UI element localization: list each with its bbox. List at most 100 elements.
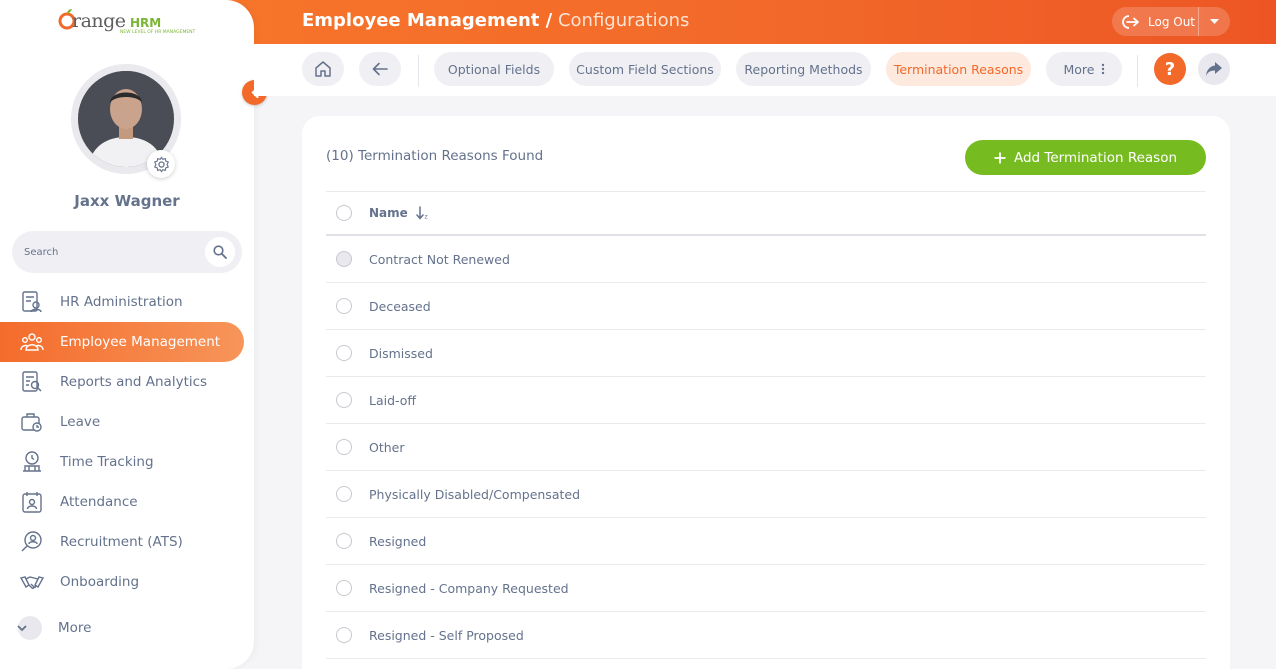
tab-divider	[418, 55, 419, 87]
row-name: Other	[369, 439, 405, 455]
user-name: Jaxx Wagner	[74, 192, 180, 210]
search-input[interactable]	[24, 244, 194, 260]
sidebar-item-label: More	[58, 620, 92, 636]
row-checkbox[interactable]	[336, 627, 352, 643]
search-icon	[213, 245, 227, 259]
sidebar-item-reports-analytics[interactable]: Reports and Analytics	[0, 362, 244, 402]
tab-label: Optional Fields	[447, 61, 541, 77]
row-name: Physically Disabled/Compensated	[369, 486, 581, 502]
table-row[interactable]: Contract Not Renewed	[326, 236, 1206, 283]
logout-group: Log Out	[1112, 7, 1230, 36]
caret-down-icon	[1209, 18, 1219, 24]
sidebar-item-label: HR Administration	[60, 294, 183, 310]
logo-brand: HRM	[130, 16, 162, 30]
records-found-text: (10) Termination Reasons Found	[326, 148, 544, 164]
time-tracking-icon	[23, 451, 41, 472]
sidebar-item-label: Recruitment (ATS)	[60, 534, 183, 550]
table-row[interactable]: Physically Disabled/Compensated	[326, 471, 1206, 518]
table-header: Name z	[326, 192, 1206, 236]
page-title: Employee Management / Configurations	[302, 10, 689, 31]
row-name: Resigned - Company Requested	[369, 580, 569, 596]
add-termination-reason-button[interactable]: Add Termination Reason	[965, 140, 1206, 175]
sidebar-item-label: Attendance	[60, 494, 138, 510]
sidebar-item-label: Onboarding	[60, 574, 140, 590]
tab-reporting-methods[interactable]: Reporting Methods	[736, 52, 871, 86]
sidebar-item-label: Time Tracking	[60, 454, 154, 470]
sidebar: range HRM NEW LEVEL OF HR MANAGEMENT Jax…	[0, 0, 254, 669]
row-checkbox[interactable]	[336, 298, 352, 314]
home-icon	[315, 61, 331, 77]
sidebar-item-employee-management[interactable]: Employee Management	[0, 322, 244, 362]
row-name: Resigned	[369, 533, 427, 549]
sidebar-item-onboarding[interactable]: Onboarding	[0, 562, 244, 602]
arrow-left-icon	[372, 62, 388, 76]
tab-termination-reasons[interactable]: Termination Reasons	[886, 52, 1031, 86]
tab-more[interactable]: More	[1046, 52, 1122, 86]
table-row[interactable]: Dismissed	[326, 330, 1206, 377]
row-checkbox[interactable]	[336, 439, 352, 455]
share-icon	[1206, 62, 1222, 76]
sidebar-item-hr-administration[interactable]: HR Administration	[0, 282, 244, 322]
svg-text:z: z	[424, 214, 427, 221]
logout-icon	[1122, 14, 1139, 29]
sidebar-item-recruitment[interactable]: Recruitment (ATS)	[0, 522, 244, 562]
employees-icon	[20, 333, 44, 351]
onboarding-icon	[20, 576, 44, 590]
logo-tagline: NEW LEVEL OF HR MANAGEMENT	[120, 30, 196, 35]
home-button[interactable]	[302, 52, 344, 86]
sidebar-item-label: Leave	[60, 414, 101, 430]
share-button[interactable]	[1198, 53, 1230, 85]
column-header-name[interactable]: Name	[369, 206, 408, 220]
row-name: Deceased	[369, 298, 431, 314]
plus-icon	[994, 152, 1006, 163]
help-button[interactable]: ?	[1154, 53, 1186, 85]
table-row[interactable]: Resigned - Company Requested	[326, 565, 1206, 612]
table-row[interactable]: Laid-off	[326, 377, 1206, 424]
orangehrm-logo[interactable]: range HRM NEW LEVEL OF HR MANAGEMENT	[58, 8, 198, 38]
chevron-down-icon	[17, 616, 42, 640]
sidebar-item-more[interactable]: More	[0, 608, 244, 648]
page-title-main: Employee Management /	[302, 10, 553, 31]
table-row[interactable]: Other	[326, 424, 1206, 471]
row-name: Dismissed	[369, 345, 433, 361]
tab-label: Termination Reasons	[893, 61, 1024, 77]
table-row[interactable]: Resigned	[326, 518, 1206, 565]
logout-button[interactable]: Log Out	[1112, 7, 1199, 36]
back-button[interactable]	[359, 52, 401, 86]
hr-admin-icon	[22, 291, 42, 313]
profile-settings-button[interactable]	[147, 150, 175, 178]
row-checkbox[interactable]	[336, 251, 352, 267]
tab-optional-fields[interactable]: Optional Fields	[434, 52, 554, 86]
user-menu-dropdown[interactable]	[1199, 7, 1229, 36]
sidebar-item-leave[interactable]: Leave	[0, 402, 244, 442]
row-name: Resigned - Self Proposed	[369, 627, 524, 643]
sort-ascending-icon[interactable]: z	[416, 206, 430, 220]
table-row[interactable]: Resigned - Self Proposed	[326, 612, 1206, 659]
add-button-label: Add Termination Reason	[1013, 149, 1178, 166]
row-checkbox[interactable]	[336, 486, 352, 502]
sidebar-item-label: Reports and Analytics	[60, 374, 208, 390]
row-checkbox[interactable]	[336, 533, 352, 549]
row-checkbox[interactable]	[336, 580, 352, 596]
tab-label: More	[1063, 61, 1095, 77]
tab-label: Custom Field Sections	[576, 61, 714, 77]
table-row[interactable]: Deceased	[326, 283, 1206, 330]
attendance-icon	[22, 492, 42, 513]
gear-icon	[153, 156, 169, 172]
page-title-sub: Configurations	[557, 10, 690, 31]
select-all-checkbox[interactable]	[336, 205, 352, 221]
sidebar-search	[12, 231, 242, 273]
more-vertical-icon	[1101, 63, 1104, 75]
row-checkbox[interactable]	[336, 392, 352, 408]
tab-label: Reporting Methods	[744, 61, 863, 77]
sidebar-item-label: Employee Management	[60, 334, 221, 350]
help-icon: ?	[1164, 58, 1176, 80]
search-button[interactable]	[205, 237, 235, 267]
logout-label: Log Out	[1148, 14, 1196, 29]
leave-icon	[21, 413, 42, 432]
row-checkbox[interactable]	[336, 345, 352, 361]
sidebar-item-attendance[interactable]: Attendance	[0, 482, 244, 522]
sidebar-item-time-tracking[interactable]: Time Tracking	[0, 442, 244, 482]
reports-icon	[22, 371, 42, 392]
tab-custom-field-sections[interactable]: Custom Field Sections	[569, 52, 721, 86]
